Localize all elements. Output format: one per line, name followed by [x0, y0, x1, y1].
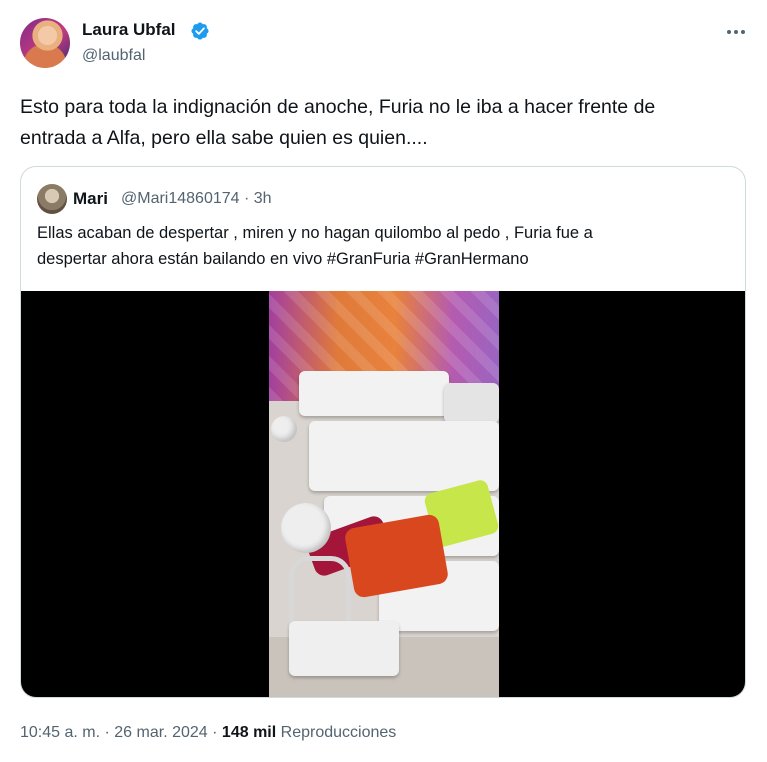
- quote-text-line: Ellas acaban de despertar , miren y no h…: [37, 224, 593, 242]
- video-lamp: [271, 416, 297, 442]
- tweet-time[interactable]: 10:45 a. m.: [20, 724, 100, 741]
- quote-time: 3h: [253, 190, 272, 207]
- footer-separator: ·: [212, 724, 218, 741]
- tweet-text-line: entrada a Alfa, pero ella sabe quien es …: [20, 127, 428, 149]
- video-nightstand: [289, 621, 399, 676]
- more-options-icon[interactable]: [722, 22, 750, 42]
- quote-text: Ellas acaban de despertar , miren y no h…: [37, 220, 727, 272]
- tweet-text: Esto para toda la indignación de anoche,…: [20, 92, 750, 154]
- video-bed: [299, 371, 449, 416]
- video-bed: [444, 383, 499, 423]
- views-label: Reproducciones: [280, 724, 397, 741]
- quote-separator: ·: [244, 190, 250, 207]
- quote-meta: @Mari14860174 · 3h: [121, 190, 272, 208]
- tweet-text-line: Esto para toda la indignación de anoche,…: [20, 96, 656, 118]
- author-handle[interactable]: @laubfal: [82, 47, 145, 65]
- video-lamp: [281, 503, 331, 553]
- tweet-footer: 10:45 a. m. · 26 mar. 2024 · 148 mil Rep…: [20, 724, 396, 742]
- quoted-tweet-card[interactable]: Mari @Mari14860174 · 3h Ellas acaban de …: [20, 166, 746, 698]
- author-avatar[interactable]: [20, 18, 70, 68]
- author-name[interactable]: Laura Ubfal: [82, 20, 176, 40]
- footer-separator: ·: [104, 724, 110, 741]
- video-player[interactable]: [21, 291, 745, 697]
- quote-text-line: despertar ahora están bailando en vivo #…: [37, 250, 529, 268]
- verified-badge-icon: [191, 22, 209, 40]
- tweet-date[interactable]: 26 mar. 2024: [114, 724, 207, 741]
- quote-author-handle: @Mari14860174: [121, 190, 240, 207]
- video-frame: [269, 291, 499, 697]
- views-count: 148 mil: [221, 724, 277, 741]
- video-bed: [309, 421, 499, 491]
- quote-author-avatar: [37, 184, 67, 214]
- quote-author-name: Mari: [73, 189, 108, 208]
